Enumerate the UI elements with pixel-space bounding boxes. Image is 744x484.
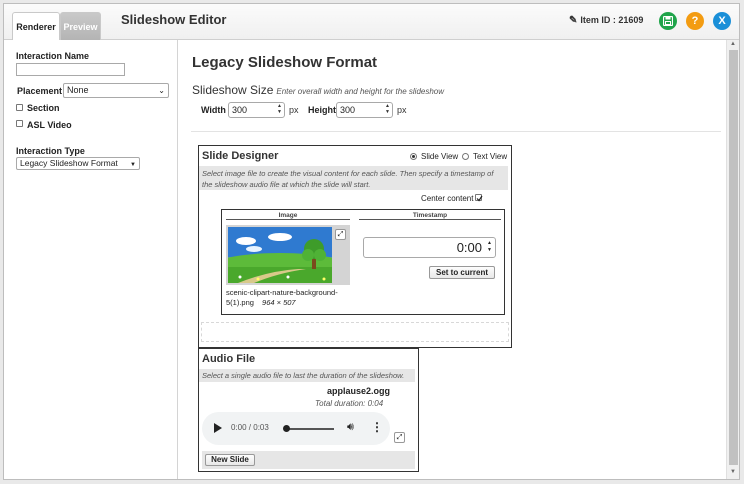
width-input[interactable]: 300 ▲ ▼ (228, 102, 285, 118)
section-checkbox[interactable] (16, 104, 23, 111)
spinner-arrows-icon: ▲ ▼ (487, 240, 492, 253)
save-button[interactable] (659, 12, 677, 30)
audio-progress-knob[interactable] (283, 425, 290, 432)
height-unit: px (397, 105, 407, 115)
text-view-label: Text View (473, 152, 508, 161)
height-label: Height (308, 105, 336, 115)
vertical-scrollbar[interactable]: ▲ ▼ (726, 40, 739, 479)
divider (191, 131, 721, 132)
slideshow-size-heading: Slideshow Size Enter overall width and he… (192, 83, 444, 97)
interaction-name-label: Interaction Name (16, 51, 90, 61)
slide-designer-hint: Select image file to create the visual c… (199, 166, 508, 190)
close-button[interactable]: X (713, 12, 731, 30)
slideshow-size-hint: Enter overall width and height for the s… (276, 87, 445, 96)
center-content-checkbox[interactable] (475, 194, 483, 202)
more-options-icon[interactable]: ⋮ (371, 420, 383, 434)
slide-row: Image Timestamp ⤢ scenic-clipart-nature-… (221, 209, 505, 315)
item-id-text: Item ID : 21609 (580, 15, 644, 25)
slide-image-thumbnail[interactable] (226, 225, 350, 285)
chevron-down-icon: ⌄ (158, 86, 165, 95)
slide-view-label: Slide View (421, 152, 459, 161)
pencil-icon: ✎ (569, 15, 578, 26)
volume-icon[interactable]: 🔊︎ (347, 421, 354, 434)
asl-video-label: ASL Video (27, 120, 72, 130)
audio-filename: applause2.ogg (327, 386, 391, 396)
audio-file-hint: Select a single audio file to last the d… (199, 369, 415, 382)
sidebar: Interaction Name Placement None ⌄ Sectio… (4, 40, 178, 479)
expand-icon: ⤢ (337, 231, 344, 238)
interaction-type-value: Legacy Slideshow Format (20, 158, 118, 168)
edit-image-button[interactable]: ⤢ (335, 229, 346, 240)
placement-select[interactable]: None ⌄ (63, 83, 169, 98)
slide-designer-panel: Slide Designer Slide View Text View Sele… (198, 145, 512, 348)
slide-view-radio[interactable] (410, 153, 417, 160)
play-icon[interactable] (214, 423, 222, 433)
slideshow-size-title: Slideshow Size (192, 83, 274, 97)
image-column-header: Image (226, 212, 350, 220)
interaction-type-select[interactable]: Legacy Slideshow Format ▼ (16, 157, 140, 170)
page-title: Legacy Slideshow Format (192, 54, 378, 71)
tab-preview[interactable]: Preview (60, 12, 101, 40)
timestamp-input[interactable]: 0:00 ▲ ▼ (363, 237, 496, 258)
center-content-label: Center content (421, 194, 474, 203)
edit-audio-button[interactable]: ⤢ (394, 432, 405, 443)
set-to-current-button[interactable]: Set to current (429, 266, 495, 279)
main-content: Legacy Slideshow Format Slideshow Size En… (179, 40, 726, 479)
height-value: 300 (340, 105, 356, 115)
audio-duration: Total duration: 0:04 (315, 399, 384, 408)
nature-landscape-image (228, 227, 332, 283)
width-unit: px (289, 105, 299, 115)
audio-player[interactable]: 0:00 / 0:03 🔊︎ ⋮ (202, 412, 390, 445)
audio-file-title: Audio File (202, 353, 256, 365)
image-caption: scenic-clipart-nature-background-5(1).pn… (226, 288, 350, 308)
placement-label: Placement (17, 86, 63, 96)
check-icon (476, 195, 483, 202)
slide-designer-title: Slide Designer (202, 150, 279, 162)
new-slide-drop-zone[interactable] (201, 322, 509, 342)
audio-time: 0:00 / 0:03 (231, 423, 269, 432)
spinner-arrows-icon: ▲ ▼ (385, 103, 390, 115)
top-bar: Renderer Preview Slideshow Editor ✎ Item … (4, 4, 739, 41)
timestamp-value: 0:00 (456, 240, 482, 255)
interaction-name-input[interactable] (16, 63, 125, 76)
timestamp-column-header: Timestamp (359, 212, 501, 220)
item-id: ✎ Item ID : 21609 (569, 15, 643, 26)
section-label: Section (27, 103, 60, 113)
editor-window: Renderer Preview Slideshow Editor ✎ Item … (3, 3, 740, 480)
help-button[interactable]: ? (686, 12, 704, 30)
width-value: 300 (232, 105, 248, 115)
scroll-down-icon[interactable]: ▼ (730, 469, 736, 475)
spinner-arrows-icon: ▲ ▼ (277, 103, 282, 115)
text-view-radio[interactable] (462, 153, 469, 160)
caret-down-icon: ▼ (130, 162, 136, 168)
floppy-disk-icon (662, 15, 674, 27)
image-dimensions: 964 × 507 (262, 298, 296, 307)
asl-video-checkbox[interactable] (16, 120, 23, 127)
scrollbar-thumb[interactable] (729, 50, 738, 465)
audio-file-panel: Audio File Select a single audio file to… (198, 348, 419, 472)
height-input[interactable]: 300 ▲ ▼ (336, 102, 393, 118)
app-title: Slideshow Editor (121, 12, 227, 27)
audio-progress-track[interactable] (285, 428, 334, 430)
tab-renderer[interactable]: Renderer (12, 12, 60, 41)
new-slide-button[interactable]: New Slide (205, 454, 255, 466)
interaction-type-label: Interaction Type (16, 146, 85, 156)
width-label: Width (201, 105, 226, 115)
expand-icon: ⤢ (396, 434, 403, 441)
scroll-up-icon[interactable]: ▲ (730, 41, 736, 47)
placement-value: None (67, 85, 89, 95)
